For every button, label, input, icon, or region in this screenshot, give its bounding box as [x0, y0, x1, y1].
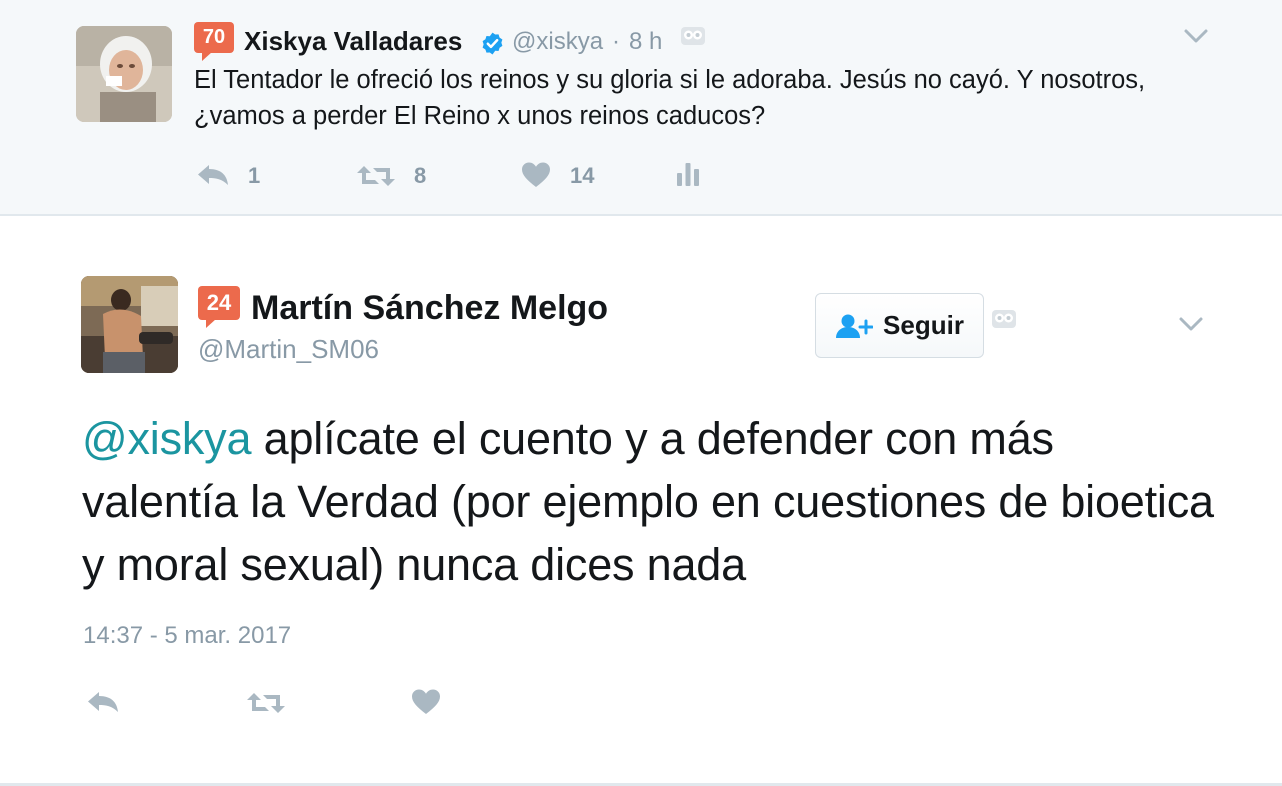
- follow-button[interactable]: Seguir: [815, 293, 984, 358]
- tweet-text: @xiskya aplícate el cuento y a defender …: [82, 407, 1222, 596]
- tweet-timestamp[interactable]: 14:37 - 5 mar. 2017: [83, 622, 291, 650]
- retweet-count: 8: [414, 163, 427, 188]
- chevron-down-icon[interactable]: [1182, 26, 1210, 46]
- heart-icon[interactable]: [411, 688, 441, 715]
- owl-icon[interactable]: [680, 26, 706, 46]
- handle[interactable]: @Martin_SM06: [198, 334, 379, 365]
- avatar-martin[interactable]: [81, 276, 178, 373]
- timestamp[interactable]: 8 h: [629, 28, 662, 56]
- tweet-body: aplícate el cuento y a defender con más …: [82, 413, 1214, 590]
- reply-count: 1: [248, 163, 261, 188]
- heart-icon[interactable]: [521, 161, 551, 188]
- reply-icon[interactable]: [86, 690, 120, 714]
- reply-icon[interactable]: [196, 163, 230, 187]
- avatar-image: [76, 26, 172, 122]
- avatar-xiskya[interactable]: [76, 26, 172, 122]
- display-name[interactable]: Martín Sánchez Melgo: [251, 289, 608, 328]
- parent-tweet[interactable]: 70 Xiskya Valladares @xiskya · 8 h El Te…: [0, 0, 1282, 216]
- display-name[interactable]: Xiskya Valladares: [244, 26, 462, 57]
- tweet-text: El Tentador le ofreció los reinos y su g…: [194, 66, 1146, 130]
- like-count: 14: [570, 163, 595, 188]
- verified-badge-icon: [482, 32, 503, 55]
- owl-icon[interactable]: [991, 309, 1017, 329]
- add-user-icon: [836, 314, 874, 338]
- handle[interactable]: @xiskya: [512, 28, 603, 56]
- score-badge: 24: [198, 286, 240, 328]
- retweet-icon[interactable]: [246, 691, 286, 715]
- avatar-image: [81, 276, 178, 373]
- follow-button-label: Seguir: [883, 310, 964, 340]
- retweet-icon[interactable]: [356, 164, 396, 188]
- score-badge: 70: [194, 22, 234, 61]
- separator: ·: [612, 28, 620, 55]
- chevron-down-icon[interactable]: [1177, 314, 1205, 334]
- bar-chart-icon[interactable]: [676, 161, 700, 187]
- mention-link[interactable]: @xiskya: [82, 413, 252, 464]
